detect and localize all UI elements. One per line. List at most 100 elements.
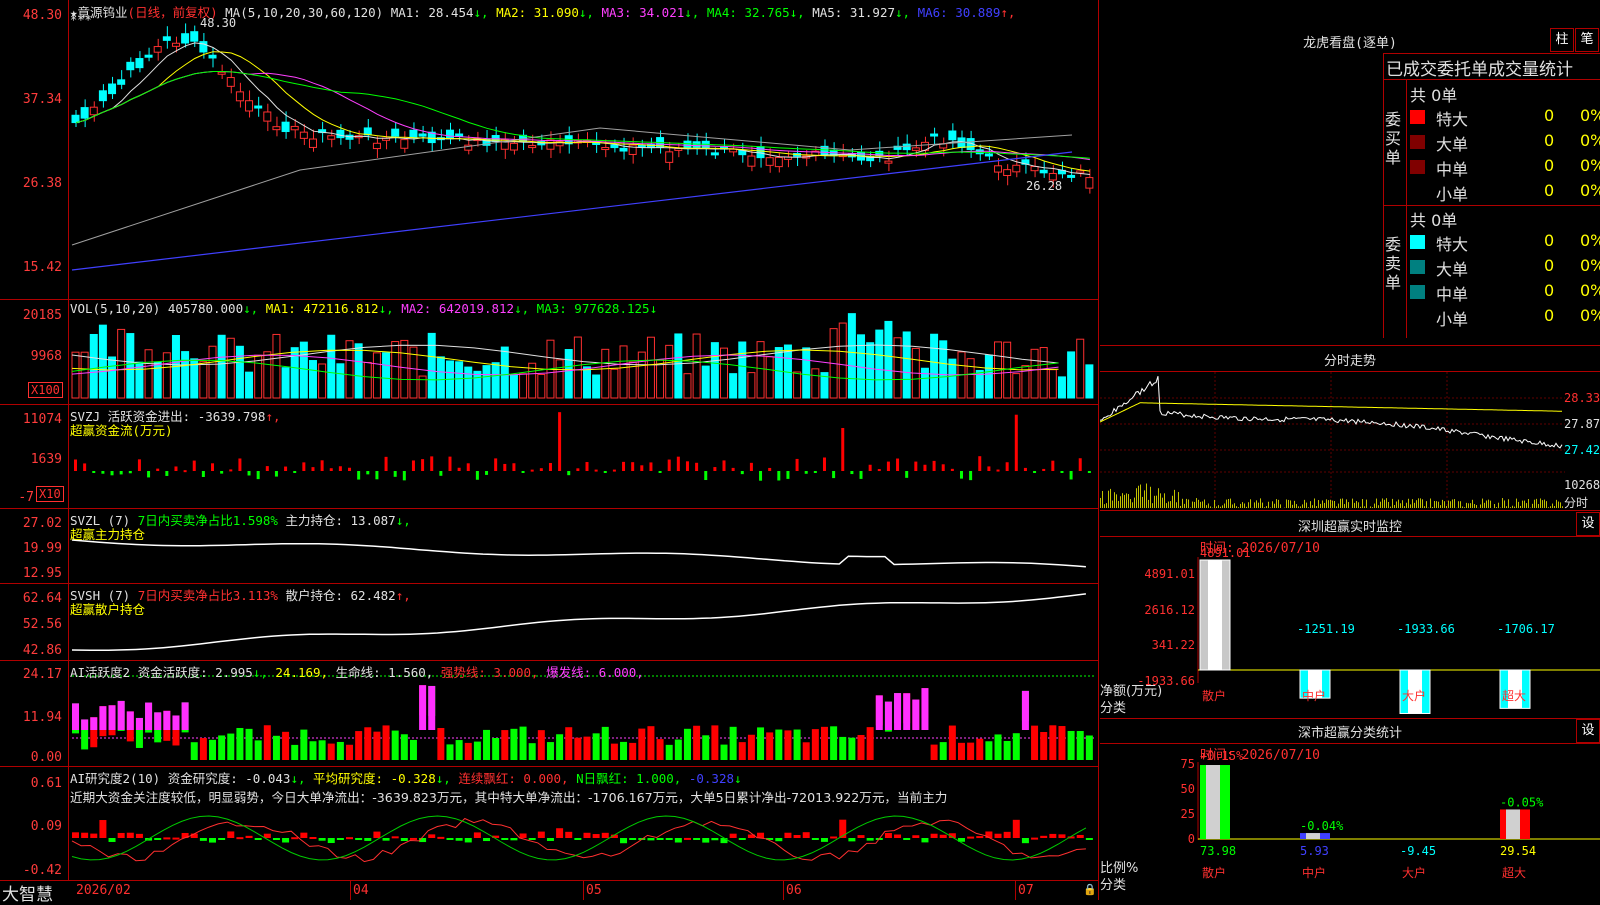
candle	[748, 156, 755, 166]
svzj-bar	[129, 471, 132, 473]
ai2-bar	[1040, 836, 1047, 838]
price-axis-label: 37.34	[0, 92, 62, 107]
intraday-vol-bar	[1436, 501, 1437, 508]
ai2-header: AI研究度2(10) 资金研究度: -0.043↓, 平均研究度: -0.328…	[70, 768, 742, 787]
volume-bar	[1068, 352, 1075, 398]
volume-bar	[1049, 370, 1056, 398]
svzj-bar	[476, 471, 479, 480]
ai1-bar	[556, 734, 563, 760]
ai2-bar	[711, 838, 718, 840]
intraday-vol-bar	[1502, 498, 1503, 508]
volume-bar	[90, 334, 97, 398]
svzl-position: 主力持仓: 13.087	[285, 513, 395, 528]
price-axis-label: 26.38	[0, 176, 62, 191]
candle	[711, 153, 718, 155]
intraday-vol-bar	[1494, 504, 1495, 508]
intraday-vol-bar	[1474, 504, 1475, 508]
intraday-vol-bar	[1390, 507, 1391, 508]
volume-bar	[328, 335, 335, 398]
ai2-bar	[346, 837, 353, 839]
ma-line	[72, 152, 1072, 270]
volume-bar	[182, 352, 189, 398]
monitor-chart[interactable]: 4891.012616.12341.22-1933.664891.01散户-12…	[1100, 537, 1600, 717]
svzj-bar	[850, 471, 853, 474]
candle	[912, 148, 919, 151]
intraday-vol-bar	[1452, 499, 1453, 508]
classify-settings-button[interactable]: 设	[1576, 719, 1600, 743]
kline-chart-area[interactable]	[0, 0, 1098, 900]
svzj-bar	[796, 459, 799, 471]
volume-bar	[510, 375, 517, 398]
ai1-bar	[236, 728, 243, 760]
svzj-bar	[997, 470, 1000, 472]
ai2-label[interactable]: AI研究度2(10)	[70, 771, 160, 786]
ai2-bar	[584, 833, 591, 838]
ma-values: MA1: 28.454↓, MA2: 31.090↓, MA3: 34.021↓…	[391, 5, 1016, 20]
order-type: 特大	[1436, 231, 1468, 255]
ai1-bar	[474, 742, 481, 760]
ai2-bar	[392, 836, 399, 838]
vol-ma2: MA2: 642019.812	[401, 301, 514, 316]
tick-mode-button[interactable]: 笔	[1575, 28, 1599, 52]
svzj-bar	[430, 456, 433, 471]
ai2-bar	[593, 834, 600, 838]
intraday-vol-bar	[1336, 506, 1337, 508]
ai1-bar	[383, 725, 390, 760]
volume-bar	[684, 374, 691, 398]
brand-logo[interactable]: 大智慧	[2, 880, 53, 905]
order-pct: 0%	[1580, 231, 1600, 250]
ai1-bar	[1058, 726, 1065, 760]
ma-line	[76, 43, 1090, 175]
candle	[602, 148, 609, 150]
vol-label[interactable]: VOL(5,10,20)	[70, 301, 160, 316]
color-swatch	[1410, 260, 1425, 274]
ai2-bar	[739, 838, 746, 840]
classify-bottom-label: 73.98	[1200, 844, 1236, 858]
peak-price-label: 48.30	[200, 16, 236, 30]
volume-bar	[766, 357, 773, 398]
ai1-bar	[584, 737, 591, 760]
classify-category: 中户	[1302, 865, 1326, 880]
monitor-category: 散户	[1202, 688, 1226, 703]
intraday-vol-bar	[1120, 496, 1121, 508]
ai2-bar	[81, 833, 88, 838]
intraday-vol-bar	[1546, 501, 1547, 508]
low-price-label: 26.28	[1026, 179, 1062, 193]
intraday-vol-bar	[1318, 500, 1319, 508]
ai1-bar	[520, 727, 527, 760]
ai1-label[interactable]: AI活跃度2	[70, 665, 130, 680]
intraday-vol-bar	[1366, 500, 1367, 508]
ai2-avg-research: 平均研究度: -0.328	[313, 771, 436, 786]
intraday-vol-bar	[1346, 499, 1347, 508]
ai1-bar	[291, 745, 298, 760]
intraday-vol-bar	[1464, 507, 1465, 508]
intraday-vol-bar	[1480, 504, 1481, 508]
ai1-bar	[620, 742, 627, 760]
ai2-bar	[830, 836, 837, 838]
intraday-vol-bar	[1498, 503, 1499, 508]
intraday-chart[interactable]	[1100, 372, 1565, 510]
svzj-bar	[512, 463, 515, 471]
monitor-settings-button[interactable]: 设	[1576, 512, 1600, 536]
classify-chart[interactable]: 7550250+0.15%73.98散户-0.04%5.93中户-9.45大户-…	[1100, 744, 1600, 900]
ai2-bar	[465, 838, 472, 842]
ai2-bar	[921, 838, 928, 842]
intraday-vol-bar	[1340, 499, 1341, 508]
lock-icon[interactable]: 🔒	[1083, 883, 1097, 896]
intraday-vol-bar	[1134, 498, 1135, 508]
ai1-bar	[538, 730, 545, 760]
ai1-bar	[227, 734, 234, 760]
volume-bar	[794, 372, 801, 398]
ai1-bar	[300, 730, 307, 760]
volume-bar	[848, 314, 855, 398]
ai1-bar	[657, 739, 664, 760]
monitor-axis-label: 341.22	[1152, 638, 1195, 652]
svzj-bar	[412, 460, 415, 471]
ai1-bar	[565, 727, 572, 760]
intraday-vol-bar	[1534, 500, 1535, 508]
ai2-bar	[912, 835, 919, 838]
volume-bar	[903, 332, 910, 398]
svzj-bar	[375, 471, 378, 479]
bar-mode-button[interactable]: 柱	[1550, 28, 1574, 52]
ai2-bar	[136, 834, 143, 838]
